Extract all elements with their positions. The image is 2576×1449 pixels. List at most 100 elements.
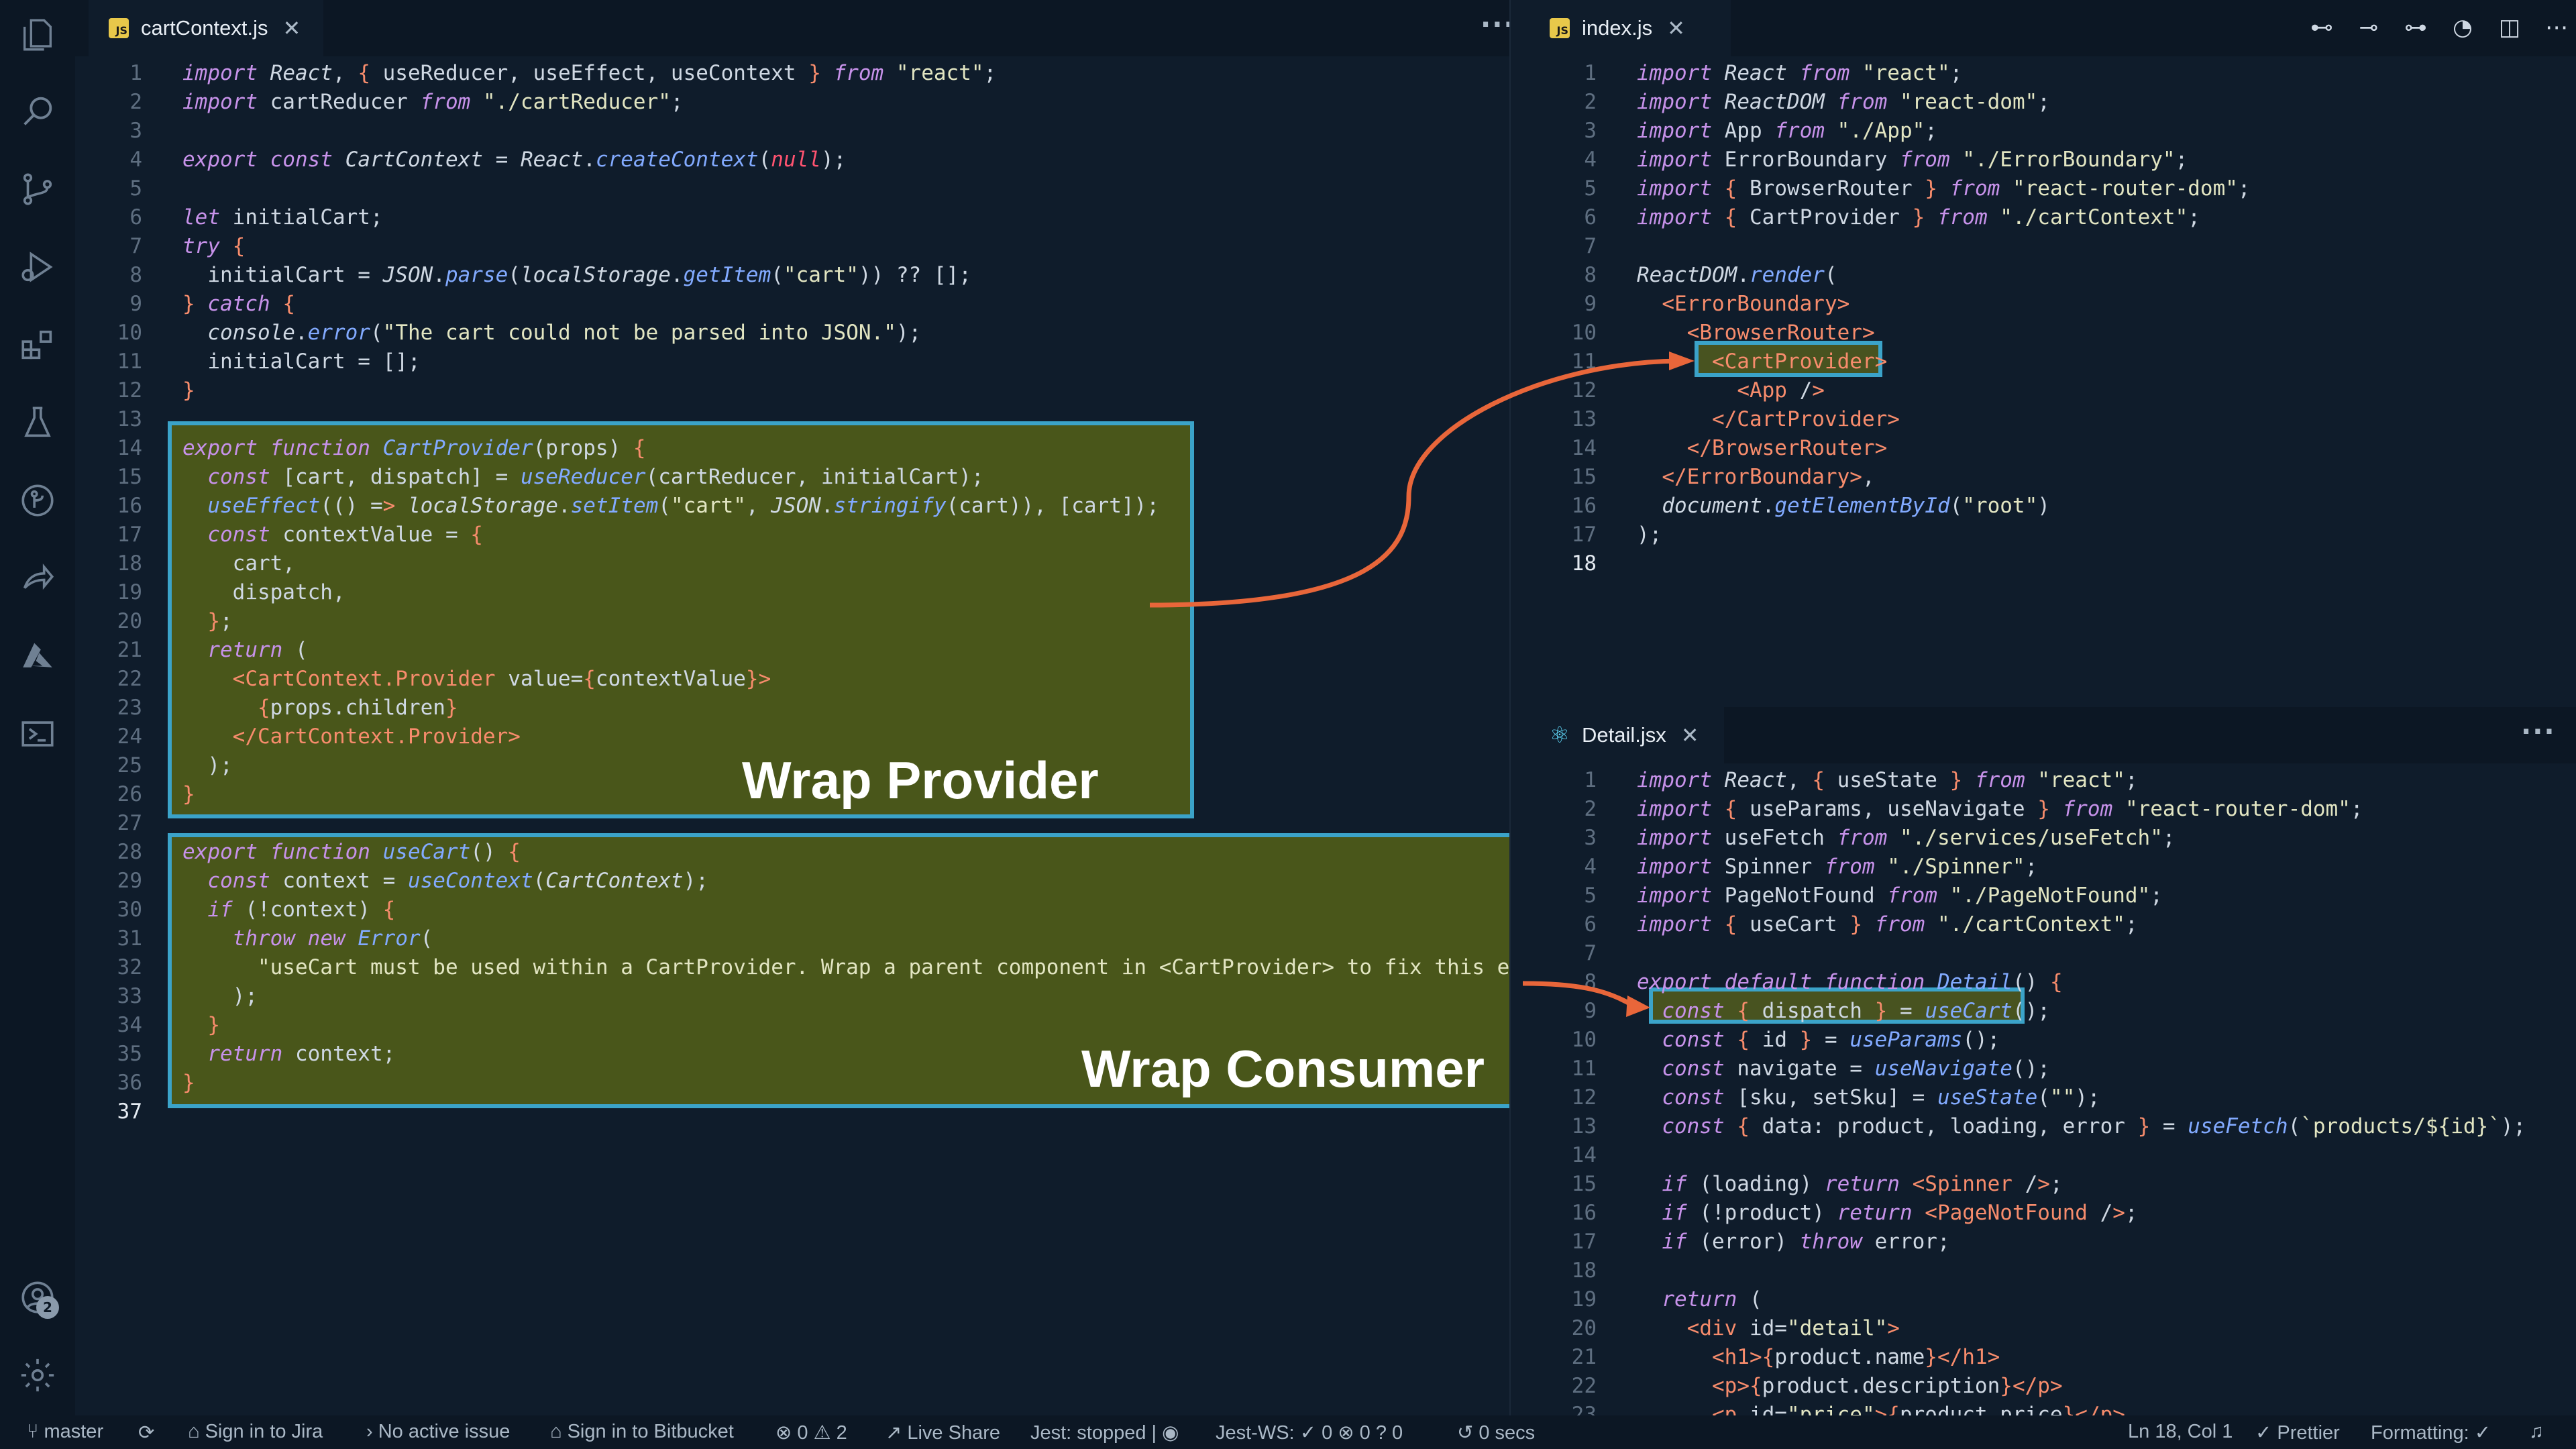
code-line[interactable]: 5 import PageNotFound from "./PageNotFoun…	[1529, 881, 2576, 910]
formatting-status[interactable]: Formatting: ✓	[2371, 1421, 2491, 1444]
code-line[interactable]: 11 initialCart = [];	[75, 347, 1509, 376]
code-line[interactable]: 23 <p id="price">{product.price}</p>	[1529, 1401, 2576, 1415]
code-line[interactable]: 4 import Spinner from "./Spinner";	[1529, 853, 2576, 881]
code-line[interactable]: 10 const { id } = useParams();	[1529, 1026, 2576, 1055]
code-line[interactable]: 24 </CartContext.Provider>	[75, 722, 1509, 751]
more-actions-icon[interactable]: ···	[2521, 716, 2556, 747]
code-line[interactable]: 12 const [sku, setSku] = useState("");	[1529, 1083, 2576, 1112]
code-line[interactable]: 21 return (	[75, 636, 1509, 665]
source-control-icon[interactable]	[15, 166, 60, 212]
code-line[interactable]: 20 <div id="detail">	[1529, 1314, 2576, 1343]
jest-ws-status[interactable]: Jest-WS: ✓ 0 ⊗ 0 ? 0	[1216, 1421, 1403, 1444]
code-line[interactable]: 1 import React, { useState } from "react"…	[1529, 766, 2576, 795]
code-line[interactable]: 1 import React, { useReducer, useEffect, …	[75, 59, 1509, 88]
code-line[interactable]: 22 <CartContext.Provider value={contextV…	[75, 665, 1509, 694]
code-line[interactable]: 13 </CartProvider>	[1529, 405, 2576, 434]
timer-status[interactable]: ↺ 0 secs	[1457, 1421, 1535, 1444]
code-line[interactable]: 17 const contextValue = {	[75, 521, 1509, 549]
code-line[interactable]: 20 };	[75, 607, 1509, 636]
tab-index[interactable]: JS index.js ✕	[1529, 0, 1731, 56]
git-forward-icon[interactable]: ⊶	[2402, 13, 2430, 42]
jest-status[interactable]: Jest: stopped | ◉	[1030, 1421, 1179, 1444]
split-editor-icon[interactable]: ◫	[2496, 13, 2524, 42]
code-line[interactable]: 17);	[1529, 521, 2576, 549]
code-line[interactable]: 6 import { CartProvider } from "./cartCon…	[1529, 203, 2576, 232]
code-line[interactable]: 16 if (!product) return <PageNotFound />…	[1529, 1199, 2576, 1228]
testing-icon[interactable]	[15, 400, 60, 445]
accounts-icon[interactable]: 2	[15, 1275, 60, 1320]
search-icon[interactable]	[15, 89, 60, 134]
problems-status[interactable]: ⊗ 0 ⚠ 2	[775, 1421, 847, 1444]
live-share-status[interactable]: ↗ Live Share	[885, 1421, 1000, 1444]
code-line[interactable]: 7	[1529, 939, 2576, 968]
code-line[interactable]: 19 return (	[1529, 1285, 2576, 1314]
code-line[interactable]: 11 const navigate = useNavigate();	[1529, 1055, 2576, 1083]
code-line[interactable]: 22 <p>{product.description}</p>	[1529, 1372, 2576, 1401]
git-compare-icon[interactable]: ⊷	[2308, 13, 2336, 42]
code-line[interactable]: 3	[75, 117, 1509, 146]
git-commit-icon[interactable]: ⊸	[2355, 13, 2383, 42]
code-line[interactable]: 28 export function useCart() {	[75, 838, 1509, 867]
code-line[interactable]: 6 import { useCart } from "./cartContext"…	[1529, 910, 2576, 939]
code-line[interactable]: 1 import React from "react";	[1529, 59, 2576, 88]
close-icon[interactable]: ✕	[283, 15, 301, 41]
code-line[interactable]: 33 );	[75, 982, 1509, 1011]
code-line[interactable]: 8 export default function Detail() {	[1529, 968, 2576, 997]
code-line[interactable]: 15 </ErrorBoundary>,	[1529, 463, 2576, 492]
code-line[interactable]: 3 import useFetch from "./services/useFet…	[1529, 824, 2576, 853]
code-line[interactable]: 13 const { data: product, loading, error…	[1529, 1112, 2576, 1141]
code-line[interactable]: 7	[1529, 232, 2576, 261]
code-line[interactable]: 14	[1529, 1141, 2576, 1170]
code-line[interactable]: 16 useEffect(() => localStorage.setItem(…	[75, 492, 1509, 521]
code-line[interactable]: 14 export function CartProvider(props) {	[75, 434, 1509, 463]
code-line[interactable]: 4 import ErrorBoundary from "./ErrorBound…	[1529, 146, 2576, 174]
code-line[interactable]: 8 ReactDOM.render(	[1529, 261, 2576, 290]
cursor-position[interactable]: Ln 18, Col 1	[2128, 1421, 2233, 1443]
gear-icon[interactable]	[15, 1352, 60, 1398]
code-line[interactable]: 5 import { BrowserRouter } from "react-ro…	[1529, 174, 2576, 203]
close-icon[interactable]: ✕	[1667, 15, 1685, 41]
code-line[interactable]: 9 const { dispatch } = useCart();	[1529, 997, 2576, 1026]
tab-cartcontext[interactable]: JS cartContext.js ✕	[89, 0, 323, 56]
code-line[interactable]: 9 <ErrorBoundary>	[1529, 290, 2576, 319]
code-line[interactable]: 17 if (error) throw error;	[1529, 1228, 2576, 1256]
code-line[interactable]: 7 try {	[75, 232, 1509, 261]
code-line[interactable]: 5	[75, 174, 1509, 203]
azure-icon[interactable]	[15, 633, 60, 679]
code-line[interactable]: 30 if (!context) {	[75, 896, 1509, 924]
code-line[interactable]: 23 {props.children}	[75, 694, 1509, 722]
code-line[interactable]: 14 </BrowserRouter>	[1529, 434, 2576, 463]
code-line[interactable]: 11 <CartProvider>	[1529, 347, 2576, 376]
code-line[interactable]: 37	[75, 1097, 1509, 1126]
code-line[interactable]: 2 import { useParams, useNavigate } from …	[1529, 795, 2576, 824]
code-line[interactable]: 31 throw new Error(	[75, 924, 1509, 953]
code-line[interactable]: 2 import ReactDOM from "react-dom";	[1529, 88, 2576, 117]
branch-status[interactable]: ⑂ master	[27, 1421, 103, 1443]
jira-status[interactable]: ⌂ Sign in to Jira	[188, 1421, 323, 1443]
more-icon[interactable]: ⋯	[2542, 13, 2571, 42]
sync-icon[interactable]: ⟳	[138, 1421, 154, 1444]
gitlens-icon[interactable]	[15, 478, 60, 523]
timeline-icon[interactable]: ◔	[2449, 13, 2477, 42]
code-line[interactable]: 18 cart,	[75, 549, 1509, 578]
code-line[interactable]: 27	[75, 809, 1509, 838]
bitbucket-status[interactable]: ⌂ Sign in to Bitbucket	[550, 1421, 734, 1443]
terminal-icon[interactable]	[15, 711, 60, 757]
code-line[interactable]: 2 import cartReducer from "./cartReducer"…	[75, 88, 1509, 117]
code-line[interactable]: 18	[1529, 549, 2576, 578]
code-line[interactable]: 16 document.getElementById("root")	[1529, 492, 2576, 521]
run-debug-icon[interactable]	[15, 244, 60, 290]
code-line[interactable]: 3 import App from "./App";	[1529, 117, 2576, 146]
code-line[interactable]: 15 if (loading) return <Spinner />;	[1529, 1170, 2576, 1199]
code-line[interactable]: 29 const context = useContext(CartContex…	[75, 867, 1509, 896]
code-line[interactable]: 18	[1529, 1256, 2576, 1285]
tab-detail[interactable]: ⚛ Detail.jsx ✕	[1529, 707, 1724, 763]
code-line[interactable]: 32 "useCart must be used within a CartPr…	[75, 953, 1509, 982]
code-line[interactable]: 15 const [cart, dispatch] = useReducer(c…	[75, 463, 1509, 492]
code-line[interactable]: 13	[75, 405, 1509, 434]
live-share-icon[interactable]	[15, 555, 60, 601]
code-line[interactable]: 12}	[75, 376, 1509, 405]
bell-icon[interactable]: ♫	[2529, 1421, 2544, 1443]
code-line[interactable]: 10 <BrowserRouter>	[1529, 319, 2576, 347]
files-icon[interactable]	[15, 12, 60, 58]
